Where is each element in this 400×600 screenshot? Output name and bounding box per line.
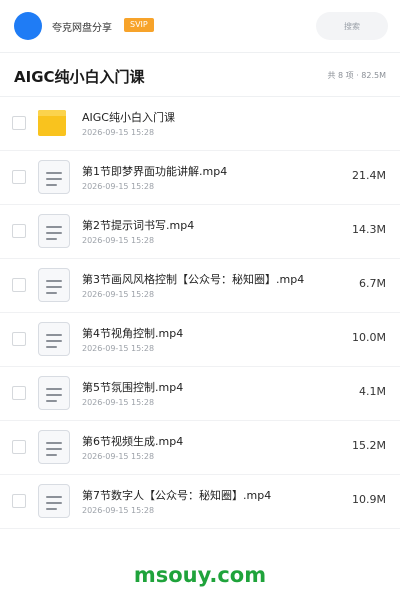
document-icon: [38, 322, 70, 356]
top-bar: 夸克网盘分享 SVIP 搜索: [0, 0, 400, 52]
checkbox[interactable]: [12, 440, 26, 454]
checkbox[interactable]: [12, 170, 26, 184]
file-name: 第1节即梦界面功能讲解.mp4: [82, 165, 228, 178]
file-size: 10.0M: [352, 331, 386, 344]
file-date: 2026-09-15 15:28: [82, 344, 155, 353]
file-name: 第3节画风风格控制【公众号：秘知圈】.mp4: [82, 273, 305, 286]
folder-icon: [38, 106, 70, 140]
document-icon: [38, 484, 70, 518]
search-placeholder: 搜索: [344, 21, 360, 31]
list-item[interactable]: 第1节即梦界面功能讲解.mp4 2026-09-15 15:28 21.4M: [0, 151, 400, 205]
list-item[interactable]: 第6节视频生成.mp4 2026-09-15 15:28 15.2M: [0, 421, 400, 475]
checkbox[interactable]: [12, 278, 26, 292]
file-size: 21.4M: [352, 169, 386, 182]
list-item[interactable]: 第7节数字人【公众号：秘知圈】.mp4 2026-09-15 15:28 10.…: [0, 475, 400, 529]
list-item[interactable]: 第5节氛围控制.mp4 2026-09-15 15:28 4.1M: [0, 367, 400, 421]
document-icon: [38, 268, 70, 302]
file-size: 10.9M: [352, 493, 386, 506]
file-name: 第7节数字人【公众号：秘知圈】.mp4: [82, 489, 272, 502]
file-date: 2026-09-15 15:28: [82, 182, 155, 191]
document-icon: [38, 214, 70, 248]
folder-header: AIGC纯小白入门课 共 8 项 · 82.5M: [0, 60, 400, 92]
divider: [0, 52, 400, 53]
document-icon: [38, 430, 70, 464]
checkbox[interactable]: [12, 386, 26, 400]
folder-meta: 共 8 项 · 82.5M: [327, 71, 386, 80]
svip-badge: SVIP: [124, 18, 154, 32]
checkbox[interactable]: [12, 116, 26, 130]
list-item[interactable]: AIGC纯小白入门课 2026-09-15 15:28: [0, 97, 400, 151]
file-name: 第2节提示词书写.mp4: [82, 219, 195, 232]
checkbox[interactable]: [12, 494, 26, 508]
document-icon: [38, 376, 70, 410]
list-item[interactable]: 第3节画风风格控制【公众号：秘知圈】.mp4 2026-09-15 15:28 …: [0, 259, 400, 313]
file-name: 第5节氛围控制.mp4: [82, 381, 184, 394]
search-input[interactable]: 搜索: [316, 12, 388, 40]
file-name: 第4节视角控制.mp4: [82, 327, 184, 340]
file-date: 2026-09-15 15:28: [82, 290, 155, 299]
file-size: 4.1M: [359, 385, 386, 398]
file-size: 15.2M: [352, 439, 386, 452]
file-date: 2026-09-15 15:28: [82, 452, 155, 461]
file-name: 第6节视频生成.mp4: [82, 435, 184, 448]
file-size: 6.7M: [359, 277, 386, 290]
file-date: 2026-09-15 15:28: [82, 506, 155, 515]
file-size: 14.3M: [352, 223, 386, 236]
page-title: AIGC纯小白入门课: [14, 68, 145, 86]
document-icon: [38, 160, 70, 194]
file-date: 2026-09-15 15:28: [82, 398, 155, 407]
checkbox[interactable]: [12, 332, 26, 346]
file-date: 2026-09-15 15:28: [82, 128, 155, 137]
checkbox[interactable]: [12, 224, 26, 238]
avatar[interactable]: [14, 12, 42, 40]
list-item[interactable]: 第4节视角控制.mp4 2026-09-15 15:28 10.0M: [0, 313, 400, 367]
file-name: AIGC纯小白入门课: [82, 111, 175, 124]
list-item[interactable]: 第2节提示词书写.mp4 2026-09-15 15:28 14.3M: [0, 205, 400, 259]
share-title: 夸克网盘分享: [52, 23, 112, 34]
watermark: msouy.com: [133, 563, 267, 587]
file-date: 2026-09-15 15:28: [82, 236, 155, 245]
file-list: AIGC纯小白入门课 2026-09-15 15:28 第1节即梦界面功能讲解.…: [0, 97, 400, 529]
